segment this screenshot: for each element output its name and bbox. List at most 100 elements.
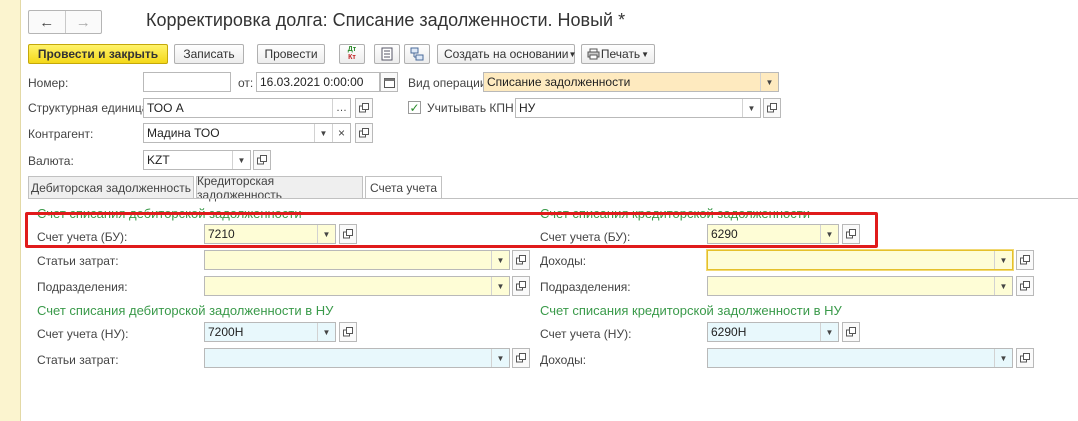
- currency-value: KZT: [147, 153, 170, 167]
- left-nu-account-value: 7200Н: [208, 325, 244, 339]
- window-title: Корректировка долга: Списание задолженно…: [146, 10, 626, 30]
- forward-arrow-icon[interactable]: →: [64, 11, 102, 33]
- select-dots-icon[interactable]: …: [332, 99, 350, 117]
- open-window-icon: [343, 327, 353, 337]
- post-button[interactable]: Провести: [257, 44, 325, 64]
- right-bu-dept-field[interactable]: ▼: [707, 276, 1013, 296]
- right-bu-income-field[interactable]: ▼: [707, 250, 1013, 270]
- right-bu-income-open-button[interactable]: [1016, 250, 1034, 270]
- counterparty-open-button[interactable]: [355, 123, 373, 143]
- unit-label: Структурная единица:: [28, 101, 152, 115]
- back-arrow-icon[interactable]: ←: [29, 11, 65, 33]
- post-and-close-button[interactable]: Провести и закрыть: [28, 44, 168, 64]
- counterparty-label: Контрагент:: [28, 127, 94, 141]
- left-panel-strip: [0, 0, 21, 421]
- kpn-open-button[interactable]: [763, 98, 781, 118]
- print-button[interactable]: Печать ▼: [581, 44, 655, 64]
- kpn-select[interactable]: НУ ▼: [515, 98, 761, 118]
- left-bu-dept-open-button[interactable]: [512, 276, 530, 296]
- unit-field[interactable]: ТОО А …: [143, 98, 351, 118]
- open-window-icon: [516, 255, 526, 265]
- save-button[interactable]: Записать: [174, 44, 244, 64]
- right-nu-account-value: 6290Н: [711, 325, 747, 339]
- left-bu-dept-field[interactable]: ▼: [204, 276, 510, 296]
- currency-open-button[interactable]: [253, 150, 271, 170]
- chevron-down-icon[interactable]: ▼: [742, 99, 760, 117]
- kpn-label: Учитывать КПН: [427, 101, 514, 115]
- chevron-down-icon[interactable]: ▼: [491, 349, 509, 367]
- open-window-icon: [1020, 281, 1030, 291]
- right-nu-income-open-button[interactable]: [1016, 348, 1034, 368]
- counterparty-field[interactable]: Мадина ТОО ▼ ×: [143, 123, 351, 143]
- list-button[interactable]: [374, 44, 400, 64]
- date-value: 16.03.2021 0:00:00: [260, 75, 364, 89]
- chevron-down-icon[interactable]: ▼: [994, 277, 1012, 295]
- left-nu-costs-open-button[interactable]: [512, 348, 530, 368]
- unit-open-button[interactable]: [355, 98, 373, 118]
- chevron-down-icon[interactable]: ▼: [994, 251, 1012, 269]
- open-window-icon: [1020, 255, 1030, 265]
- clear-icon[interactable]: ×: [332, 124, 350, 142]
- left-nu-costs-label: Статьи затрат:: [37, 353, 119, 367]
- open-window-icon: [359, 103, 369, 113]
- kpn-value: НУ: [519, 101, 536, 115]
- list-icon: [381, 47, 393, 61]
- chevron-down-icon[interactable]: ▼: [491, 251, 509, 269]
- chevron-down-icon[interactable]: ▼: [317, 323, 335, 341]
- left-nu-section-title: Счет списания дебиторской задолженности …: [37, 303, 334, 318]
- structure-button[interactable]: [404, 44, 430, 64]
- open-window-icon: [1020, 353, 1030, 363]
- chevron-down-icon[interactable]: ▼: [232, 151, 250, 169]
- left-bu-costs-field[interactable]: ▼: [204, 250, 510, 270]
- nav-buttons: ← →: [28, 10, 102, 34]
- tab-payables[interactable]: Кредиторская задолженность: [196, 174, 363, 202]
- chevron-down-icon[interactable]: ▼: [820, 323, 838, 341]
- open-window-icon: [516, 281, 526, 291]
- left-nu-account-field[interactable]: 7200Н ▼: [204, 322, 336, 342]
- kpn-checkbox[interactable]: ✓: [408, 100, 421, 115]
- chevron-down-icon[interactable]: ▼: [994, 349, 1012, 367]
- chevron-down-icon[interactable]: ▼: [760, 73, 778, 91]
- print-label: Печать: [600, 47, 641, 61]
- number-field[interactable]: [143, 72, 231, 92]
- right-bu-income-label: Доходы:: [540, 254, 587, 268]
- right-nu-income-field[interactable]: ▼: [707, 348, 1013, 368]
- tab-receivables[interactable]: Дебиторская задолженность: [28, 176, 194, 198]
- chevron-down-icon: ▼: [641, 49, 649, 59]
- right-nu-account-label: Счет учета (НУ):: [540, 327, 632, 341]
- right-nu-income-label: Доходы:: [540, 353, 587, 367]
- currency-label: Валюта:: [28, 154, 74, 168]
- number-label: Номер:: [28, 76, 69, 90]
- right-bu-dept-open-button[interactable]: [1016, 276, 1034, 296]
- currency-field[interactable]: KZT ▼: [143, 150, 251, 170]
- left-nu-account-label: Счет учета (НУ):: [37, 327, 129, 341]
- open-window-icon: [846, 327, 856, 337]
- tab-divider: [28, 198, 1078, 199]
- left-bu-costs-open-button[interactable]: [512, 250, 530, 270]
- left-bu-dept-label: Подразделения:: [37, 280, 128, 294]
- operation-type-value: Списание задолженности: [487, 75, 631, 89]
- create-based-on-button[interactable]: Создать на основании ▼: [437, 44, 577, 64]
- chevron-down-icon: ▼: [568, 49, 577, 59]
- tab-accounts[interactable]: Счета учета: [365, 176, 442, 199]
- calendar-icon: [383, 77, 395, 88]
- right-nu-section-title: Счет списания кредиторской задолженности…: [540, 303, 842, 318]
- unit-value: ТОО А: [147, 101, 184, 115]
- left-nu-account-open-button[interactable]: [339, 322, 357, 342]
- operation-type-label: Вид операции:: [408, 76, 490, 90]
- left-bu-costs-label: Статьи затрат:: [37, 254, 119, 268]
- open-window-icon: [767, 103, 777, 113]
- operation-type-select[interactable]: Списание задолженности ▼: [483, 72, 779, 92]
- chevron-down-icon[interactable]: ▼: [314, 124, 332, 142]
- right-nu-account-open-button[interactable]: [842, 322, 860, 342]
- right-bu-dept-label: Подразделения:: [540, 280, 631, 294]
- left-nu-costs-field[interactable]: ▼: [204, 348, 510, 368]
- calendar-button[interactable]: [380, 72, 398, 92]
- dt-kt-button[interactable]: Дт Кт: [339, 44, 365, 64]
- date-field[interactable]: 16.03.2021 0:00:00: [256, 72, 380, 92]
- open-window-icon: [257, 155, 267, 165]
- check-icon: ✓: [409, 100, 420, 115]
- date-label: от:: [238, 76, 254, 90]
- chevron-down-icon[interactable]: ▼: [491, 277, 509, 295]
- right-nu-account-field[interactable]: 6290Н ▼: [707, 322, 839, 342]
